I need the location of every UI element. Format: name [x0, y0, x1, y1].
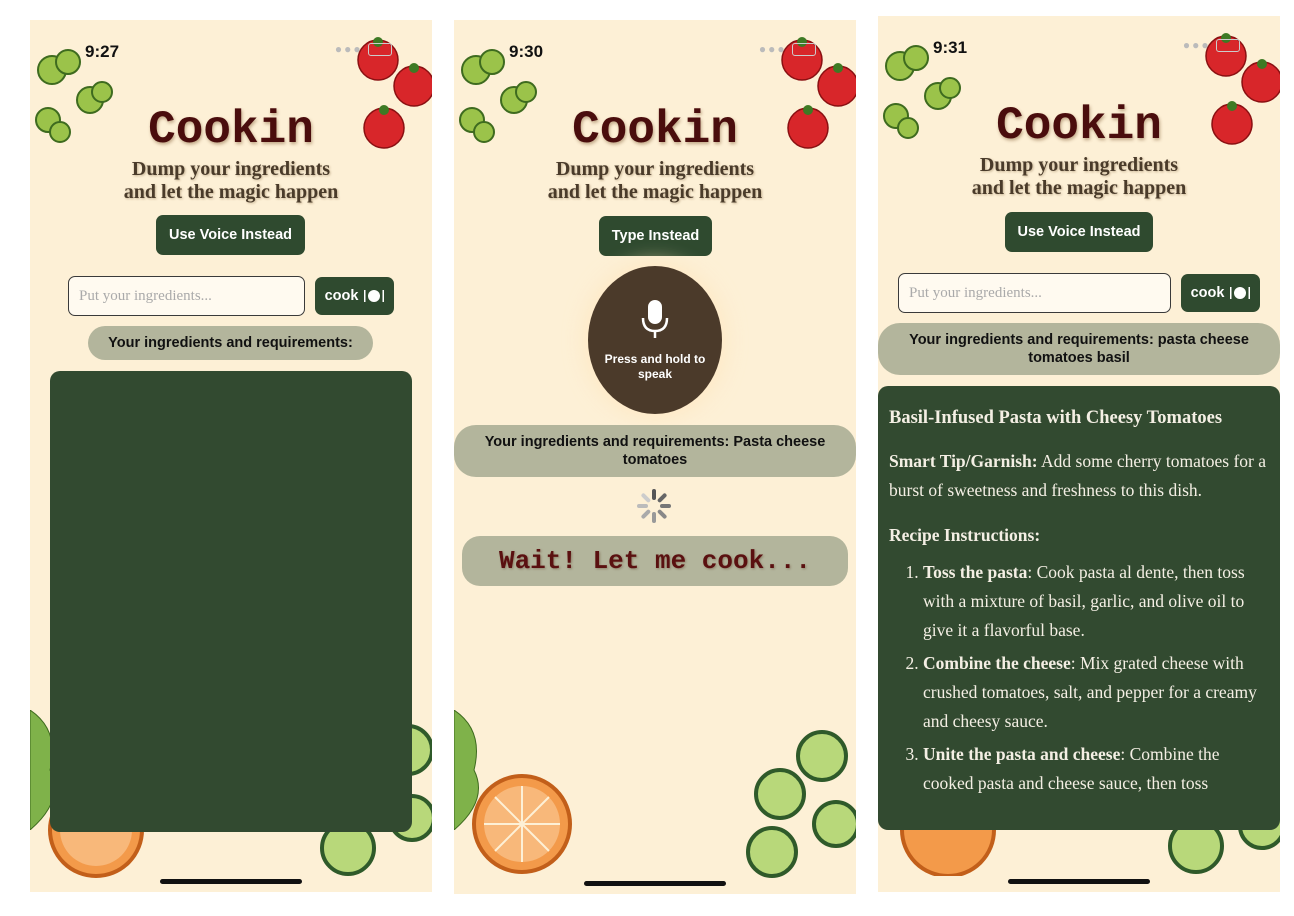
subtitle-line-1: Dump your ingredients	[979, 154, 1179, 176]
plate-icon	[364, 290, 385, 302]
cook-button-label: cook	[1190, 285, 1225, 301]
battery-icon	[1216, 39, 1240, 53]
microphone-icon	[641, 300, 669, 338]
subtitle-line-1: Dump your ingredients	[131, 158, 331, 180]
ingredients-label: Your ingredients and requirements:	[88, 326, 373, 360]
status-time: 9:30	[509, 42, 544, 61]
instructions-heading-text: Recipe Instructions:	[889, 525, 1041, 545]
ingredients-input[interactable]: Put your ingredients...	[898, 273, 1171, 313]
subtitle-line-1: Dump your ingredients	[555, 158, 755, 180]
recipe-steps: Toss the pasta: Cook pasta al dente, the…	[889, 558, 1270, 798]
cook-button[interactable]: cook	[1181, 274, 1260, 312]
ingredients-label: Your ingredients and requirements: pasta…	[878, 323, 1280, 375]
phone-screen-2: 9:30 ●●● Cookin Dump your ingredients an…	[454, 20, 856, 894]
battery-icon	[792, 43, 816, 57]
recipe-content: Basil-Infused Pasta with Cheesy Tomatoes…	[878, 386, 1280, 798]
phone-screen-3: 9:31 ●●● Cookin Dump your ingredients an…	[878, 16, 1280, 892]
app-subtitle: Dump your ingredients and let the magic …	[454, 158, 856, 204]
cook-button[interactable]: cook	[315, 277, 394, 315]
ingredients-input[interactable]: Put your ingredients...	[68, 276, 305, 316]
app-title: Cookin	[148, 104, 314, 156]
ingredients-label: Your ingredients and requirements: Pasta…	[454, 425, 856, 477]
subtitle-line-2: and let the magic happen	[123, 181, 339, 203]
cook-button-label: cook	[324, 288, 359, 304]
home-indicator[interactable]	[160, 879, 302, 884]
wifi-icon: ●●●	[1182, 38, 1211, 52]
home-indicator[interactable]	[584, 881, 726, 886]
home-indicator[interactable]	[1008, 879, 1150, 884]
type-instead-button[interactable]: Type Instead	[599, 216, 712, 256]
status-icons: ●●●	[1182, 38, 1240, 53]
wifi-icon: ●●●	[758, 42, 787, 56]
step-title: Toss the pasta	[923, 562, 1028, 582]
subtitle-line-2: and let the magic happen	[971, 177, 1187, 199]
tip-label: Smart Tip/Garnish:	[889, 451, 1038, 471]
battery-icon	[368, 43, 392, 57]
instructions-heading: Recipe Instructions:	[889, 521, 1270, 550]
step-title: Unite the pasta and cheese	[923, 744, 1121, 764]
recipe-panel-empty	[50, 371, 412, 832]
recipe-tip: Smart Tip/Garnish: Add some cherry tomat…	[889, 447, 1270, 505]
cucumber-slice-icon	[746, 730, 856, 878]
loading-spinner-icon	[637, 489, 671, 523]
subtitle-line-2: and let the magic happen	[547, 181, 763, 203]
recipe-step: Unite the pasta and cheese: Combine the …	[923, 740, 1270, 798]
wifi-icon: ●●●	[334, 42, 363, 56]
step-title: Combine the cheese	[923, 653, 1071, 673]
phone-screen-1: 9:27 ●●● Cookin Dump your ingredients an…	[30, 20, 432, 892]
press-to-speak-button[interactable]: Press and hold to speak	[588, 266, 722, 414]
status-time: 9:31	[933, 38, 968, 57]
recipe-title: Basil-Infused Pasta with Cheesy Tomatoes	[889, 408, 1223, 428]
plate-icon	[1230, 287, 1251, 299]
status-icons: ●●●	[758, 42, 816, 57]
use-voice-button[interactable]: Use Voice Instead	[156, 215, 305, 255]
recipe-step: Toss the pasta: Cook pasta al dente, the…	[923, 558, 1270, 645]
recipe-step: Combine the cheese: Mix grated cheese wi…	[923, 649, 1270, 736]
status-icons: ●●●	[334, 42, 392, 57]
status-time: 9:27	[85, 42, 120, 61]
app-title: Cookin	[996, 100, 1162, 152]
app-subtitle: Dump your ingredients and let the magic …	[878, 154, 1280, 200]
orange-slice-icon	[472, 774, 572, 874]
wait-message: Wait! Let me cook...	[462, 536, 848, 586]
use-voice-button[interactable]: Use Voice Instead	[1005, 212, 1153, 252]
mic-label: Press and hold to speak	[604, 352, 706, 381]
app-title: Cookin	[572, 104, 738, 156]
recipe-panel[interactable]: Basil-Infused Pasta with Cheesy Tomatoes…	[878, 386, 1280, 830]
app-subtitle: Dump your ingredients and let the magic …	[30, 158, 432, 204]
